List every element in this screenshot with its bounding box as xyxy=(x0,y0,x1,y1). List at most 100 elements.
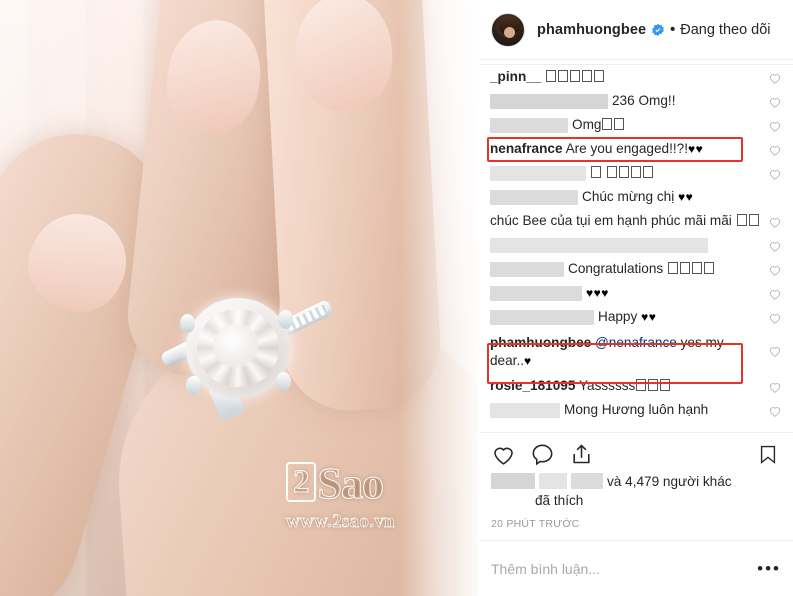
likes-verb-label: đã thích xyxy=(535,493,584,509)
emoji-glyph xyxy=(748,214,759,226)
comment-text: _pinn__ xyxy=(490,68,767,86)
comment-body: chúc Bee của tụi em hạnh phúc mãi mãi xyxy=(490,213,732,228)
comment-row[interactable]: Congratulations xyxy=(479,257,793,281)
heart-outline-icon[interactable] xyxy=(767,94,783,110)
ring-prong-bottom-right xyxy=(276,372,291,391)
emoji-glyph xyxy=(668,262,678,274)
speech-bubble-icon[interactable] xyxy=(530,442,555,467)
ring-prong-top-right xyxy=(278,310,293,329)
add-comment-input[interactable] xyxy=(491,560,750,577)
avatar[interactable] xyxy=(491,12,525,47)
emoji-glyph xyxy=(648,379,659,392)
emoji-glyph xyxy=(602,118,613,130)
follow-state-label[interactable]: Đang theo dõi xyxy=(680,22,770,38)
comment-row[interactable]: _pinn__ xyxy=(479,64,793,89)
middle-fingernail xyxy=(294,0,394,112)
ring-prong-top-left xyxy=(180,314,195,333)
heart-outline-icon[interactable] xyxy=(767,403,783,419)
comment-username[interactable]: phamhuongbee xyxy=(490,335,591,350)
add-comment-bar[interactable]: ••• xyxy=(479,540,793,596)
hidden-comment-blur xyxy=(490,237,708,253)
comment-row[interactable] xyxy=(479,161,793,185)
heart-outline-icon[interactable] xyxy=(767,142,783,158)
heart-outline-icon[interactable] xyxy=(767,118,783,134)
verified-badge-icon xyxy=(651,23,665,37)
post-photo[interactable]: 2Sao www.2sao.vn xyxy=(0,0,478,596)
emoji-glyph xyxy=(594,70,605,82)
engagement-ring xyxy=(150,288,340,422)
likes-summary[interactable]: và 4,479 người khác đã thích xyxy=(479,467,793,511)
ellipsis-icon[interactable]: ••• xyxy=(749,560,781,577)
comment-row[interactable]: Omg xyxy=(479,113,793,137)
hidden-username-blur xyxy=(490,309,594,325)
share-arrow-icon[interactable] xyxy=(569,442,594,467)
hidden-username-blur xyxy=(490,403,560,419)
likes-count-label: và 4,479 người khác xyxy=(607,473,732,489)
comment-username[interactable]: rosie_181095 xyxy=(490,378,575,393)
emoji-glyph xyxy=(582,70,593,82)
heart-outline-icon[interactable] xyxy=(767,238,783,254)
comment-row[interactable]: chúc Bee của tụi em hạnh phúc mãi mãi xyxy=(479,209,793,233)
hidden-username-blur xyxy=(490,261,564,277)
comment-text: Happy ♥♥ xyxy=(490,308,767,326)
hidden-liker-blur xyxy=(539,472,567,489)
comment-row[interactable]: rosie_181095 Yassssss xyxy=(479,374,793,398)
heart-emoji: ♥♥♥ xyxy=(586,286,609,300)
heart-outline-icon[interactable] xyxy=(767,262,783,278)
heart-outline-icon[interactable] xyxy=(767,343,783,359)
comment-row[interactable]: ♥♥♥ xyxy=(479,281,793,305)
emoji-glyph xyxy=(606,166,617,178)
heart-emoji: ♥♥ xyxy=(678,190,694,204)
comment-text: Omg xyxy=(490,116,767,134)
comment-row[interactable] xyxy=(479,233,793,257)
comment-row[interactable]: Happy ♥♥ xyxy=(479,305,793,329)
emoji-glyph xyxy=(546,70,557,82)
comment-text: rosie_181095 Yassssss xyxy=(490,377,767,395)
post-sidebar: phamhuongbee • Đang theo dõi _pinn__ 236… xyxy=(478,0,793,596)
hidden-username-blur xyxy=(490,117,568,133)
comment-text xyxy=(490,164,767,182)
heart-outline-icon[interactable] xyxy=(767,214,783,230)
heart-outline-icon[interactable] xyxy=(767,310,783,326)
post-timestamp: 20 PHÚT TRƯỚC xyxy=(491,518,580,530)
heart-outline-icon[interactable] xyxy=(767,70,783,86)
emoji-glyph xyxy=(614,118,625,130)
comment-text xyxy=(490,236,767,254)
ring-prong-bottom-left xyxy=(186,376,201,395)
post-header: phamhuongbee • Đang theo dõi xyxy=(479,0,793,60)
comment-username[interactable]: nenafrance xyxy=(490,141,563,156)
comment-body: Congratulations xyxy=(568,261,664,276)
comment-username[interactable]: _pinn__ xyxy=(490,69,541,84)
emoji-glyph xyxy=(692,262,702,274)
comment-body: Chúc mừng chị xyxy=(582,189,675,204)
hidden-liker-blur xyxy=(491,472,535,489)
comment-row[interactable]: Chúc mừng chị ♥♥ xyxy=(479,185,793,209)
comments-list[interactable]: _pinn__ 236 Omg!! Omg nenafrance Are you… xyxy=(479,60,793,432)
emoji-glyph xyxy=(618,166,629,178)
comment-body: Happy xyxy=(598,309,638,324)
emoji-glyph xyxy=(570,70,581,82)
comment-row-highlighted-reply[interactable]: phamhuongbee @nenafrance yes my dear..♥ xyxy=(479,329,793,374)
emoji-glyph xyxy=(591,166,601,178)
heart-outline-icon[interactable] xyxy=(767,379,783,395)
comment-mention[interactable]: @nenafrance xyxy=(595,335,677,350)
comment-text: Chúc mừng chị ♥♥ xyxy=(490,188,767,206)
hidden-username-blur xyxy=(490,285,582,301)
comment-row[interactable]: 236 Omg!! xyxy=(479,89,793,113)
hidden-username-blur xyxy=(490,165,586,181)
post-actions-bar xyxy=(479,431,793,467)
heart-outline-icon[interactable] xyxy=(767,286,783,302)
emoji-glyph xyxy=(558,70,569,82)
comment-text: ♥♥♥ xyxy=(490,284,767,302)
comment-row[interactable]: Mong Hương luôn hạnh xyxy=(479,398,793,422)
post-username[interactable]: phamhuongbee xyxy=(537,22,646,38)
comment-row-highlighted-question[interactable]: nenafrance Are you engaged!!?!♥♥ xyxy=(479,137,793,161)
bookmark-outline-icon[interactable] xyxy=(757,442,779,467)
hidden-liker-blur xyxy=(571,472,603,489)
emoji-glyph xyxy=(636,379,647,392)
heart-emoji: ♥♥ xyxy=(641,310,657,324)
header-user-line: phamhuongbee • Đang theo dõi xyxy=(537,22,771,38)
comment-text: 236 Omg!! xyxy=(490,92,767,110)
heart-outline-icon[interactable] xyxy=(767,166,783,182)
heart-outline-icon[interactable] xyxy=(491,442,516,467)
